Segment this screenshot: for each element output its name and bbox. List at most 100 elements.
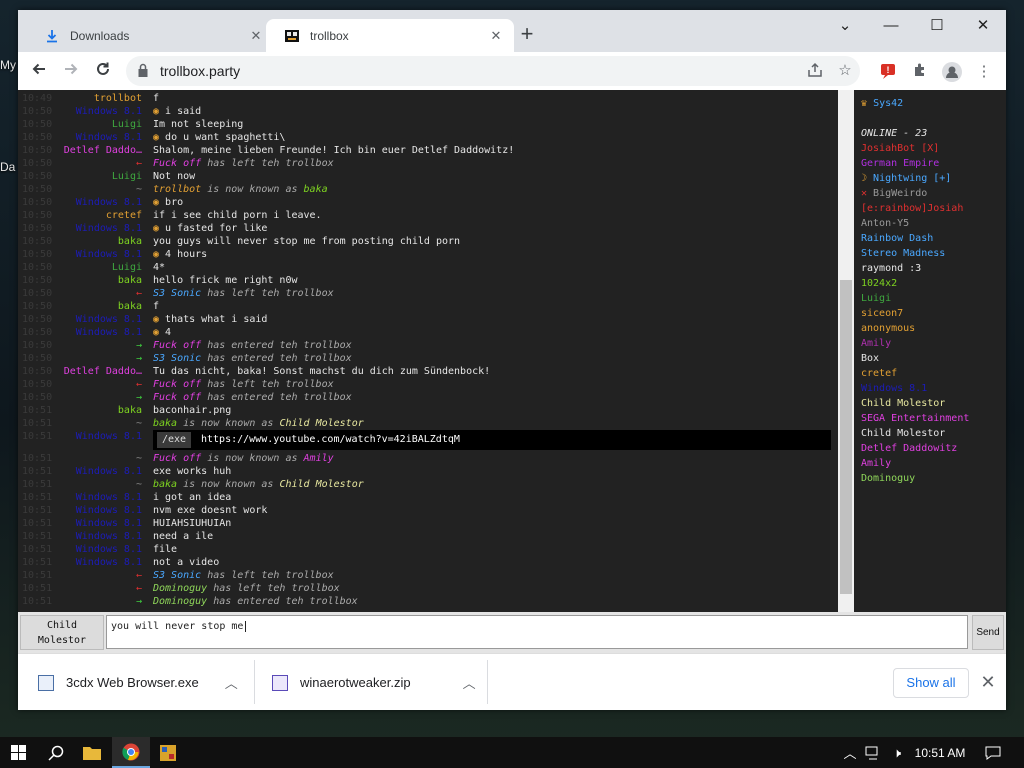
maximize-icon[interactable]: ☐ — [922, 15, 952, 37]
user-list-item[interactable]: anonymous — [861, 321, 915, 336]
new-tab-button[interactable]: + — [516, 23, 538, 46]
url-text[interactable]: trollbox.party — [160, 63, 240, 79]
message-nick[interactable]: trollbot — [18, 92, 142, 105]
message-nick[interactable]: Detlef Daddo… — [18, 144, 142, 157]
user-list-item[interactable]: JosiahBot [X] — [861, 141, 939, 156]
user-list-item[interactable]: Detlef Daddowitz — [861, 441, 957, 456]
message-nick[interactable]: Windows 8.1 — [18, 222, 142, 235]
message-nick[interactable]: Windows 8.1 — [18, 196, 142, 209]
menu-kebab-icon[interactable]: ⋮ — [974, 62, 994, 82]
message-nick[interactable]: Windows 8.1 — [18, 465, 142, 478]
close-downloads-icon[interactable]: ✕ — [978, 671, 998, 693]
message-nick[interactable]: Windows 8.1 — [18, 105, 142, 118]
message-nick[interactable]: baka — [18, 274, 142, 287]
tab-search-dropdown-icon[interactable]: ⌄ — [830, 15, 860, 37]
chrome-taskbar-icon[interactable] — [112, 737, 150, 768]
message-nick[interactable]: Luigi — [18, 170, 142, 183]
message-nick[interactable]: ← — [18, 378, 142, 391]
user-list-item[interactable]: Child Molestor — [861, 396, 945, 411]
download-item[interactable]: winaerotweaker.zip ︿ — [272, 654, 476, 711]
message-nick[interactable]: ← — [18, 582, 142, 595]
network-icon[interactable] — [862, 737, 884, 768]
message-nick[interactable]: ~ — [18, 417, 142, 430]
message-nick[interactable]: ~ — [18, 183, 142, 196]
message-nick[interactable]: baka — [18, 235, 142, 248]
user-list-item[interactable]: siceon7 — [861, 306, 903, 321]
user-list-item[interactable]: Rainbow Dash — [861, 231, 933, 246]
extensions-puzzle-icon[interactable] — [910, 62, 930, 82]
message-nick[interactable]: → — [18, 595, 142, 608]
message-nick[interactable]: Windows 8.1 — [18, 326, 142, 339]
show-all-button[interactable]: Show all — [893, 668, 969, 698]
message-nick[interactable]: Detlef Daddo… — [18, 365, 142, 378]
message-nick[interactable]: Windows 8.1 — [18, 530, 142, 543]
chevron-up-icon[interactable]: ︿ — [225, 673, 238, 692]
message-nick[interactable]: Windows 8.1 — [18, 504, 142, 517]
desktop-icon-label[interactable]: Da — [0, 160, 15, 174]
close-tab-icon[interactable]: ✕ — [248, 28, 264, 44]
user-list-item[interactable]: Box — [861, 351, 879, 366]
user-list-item[interactable]: cretef — [861, 366, 897, 381]
send-button[interactable]: Send — [972, 615, 1004, 650]
minimize-icon[interactable]: — — [876, 15, 906, 37]
message-nick[interactable]: ~ — [18, 452, 142, 465]
message-nick[interactable]: → — [18, 339, 142, 352]
message-nick[interactable]: ← — [18, 569, 142, 582]
scrollbar-thumb[interactable] — [840, 280, 852, 594]
bookmark-star-icon[interactable]: ☆ — [836, 62, 854, 80]
start-windows-icon[interactable] — [0, 737, 36, 768]
chevron-up-icon[interactable]: ︿ — [463, 673, 476, 692]
desktop-icon-label[interactable]: My — [0, 58, 16, 72]
clock[interactable]: 10:51 AM — [910, 737, 970, 768]
nickname-button[interactable]: Child Molestor — [20, 615, 104, 650]
back-icon[interactable] — [28, 60, 50, 82]
message-nick[interactable]: Windows 8.1 — [18, 517, 142, 530]
message-nick[interactable]: Windows 8.1 — [18, 313, 142, 326]
message-nick[interactable]: Windows 8.1 — [18, 543, 142, 556]
message-nick[interactable]: → — [18, 391, 142, 404]
user-list-item[interactable]: Stereo Madness — [861, 246, 945, 261]
message-nick[interactable]: baka — [18, 404, 142, 417]
user-list-item[interactable]: 1024x2 — [861, 276, 897, 291]
profile-avatar-icon[interactable] — [942, 62, 962, 82]
reload-icon[interactable] — [92, 60, 114, 82]
tab-trollbox[interactable]: trollbox ✕ — [266, 19, 514, 52]
user-list-item[interactable]: Windows 8.1 — [861, 381, 927, 396]
user-list-item[interactable]: ✕ BigWeirdo — [861, 186, 927, 201]
app-taskbar-icon[interactable] — [150, 737, 186, 768]
user-list-item[interactable]: SEGA Entertainment — [861, 411, 969, 426]
message-nick[interactable]: cretef — [18, 209, 142, 222]
user-list-item[interactable]: Luigi — [861, 291, 891, 306]
close-window-icon[interactable]: ✕ — [968, 15, 998, 37]
user-list-item[interactable]: raymond :3 — [861, 261, 921, 276]
message-nick[interactable]: → — [18, 352, 142, 365]
message-nick[interactable]: Windows 8.1 — [18, 131, 142, 144]
message-nick[interactable]: baka — [18, 300, 142, 313]
user-list-item[interactable]: Amily — [861, 456, 891, 471]
message-nick[interactable]: ~ — [18, 478, 142, 491]
user-list-item[interactable]: ☽ Nightwing [+] — [861, 171, 951, 186]
forward-icon[interactable] — [60, 60, 82, 82]
volume-icon[interactable]: 🕨 — [886, 737, 908, 768]
message-input[interactable]: you will never stop me​ — [106, 615, 968, 649]
user-list-item[interactable]: Amily — [861, 336, 891, 351]
message-nick[interactable]: ← — [18, 287, 142, 300]
message-nick[interactable]: ← — [18, 157, 142, 170]
tab-downloads[interactable]: Downloads ✕ — [26, 19, 274, 52]
youtube-link[interactable]: https://www.youtube.com/watch?v=42iBALZd… — [201, 430, 460, 450]
user-list-item[interactable]: Child Molestor — [861, 426, 945, 441]
message-nick[interactable]: Windows 8.1 — [18, 430, 142, 443]
user-list-item[interactable]: Anton-Y5 — [861, 216, 909, 231]
share-icon[interactable] — [806, 62, 824, 80]
download-item[interactable]: 3cdx Web Browser.exe ︿ — [38, 654, 238, 711]
message-nick[interactable]: Windows 8.1 — [18, 491, 142, 504]
message-nick[interactable]: Windows 8.1 — [18, 248, 142, 261]
close-tab-icon[interactable]: ✕ — [488, 28, 504, 44]
user-list-item[interactable]: German Empire — [861, 156, 939, 171]
message-nick[interactable]: Luigi — [18, 118, 142, 131]
message-nick[interactable]: Windows 8.1 — [18, 556, 142, 569]
message-nick[interactable]: Luigi — [18, 261, 142, 274]
chat-scrollbar[interactable] — [838, 90, 854, 612]
extension-red-icon[interactable]: ! — [878, 62, 898, 82]
file-explorer-icon[interactable] — [74, 737, 110, 768]
